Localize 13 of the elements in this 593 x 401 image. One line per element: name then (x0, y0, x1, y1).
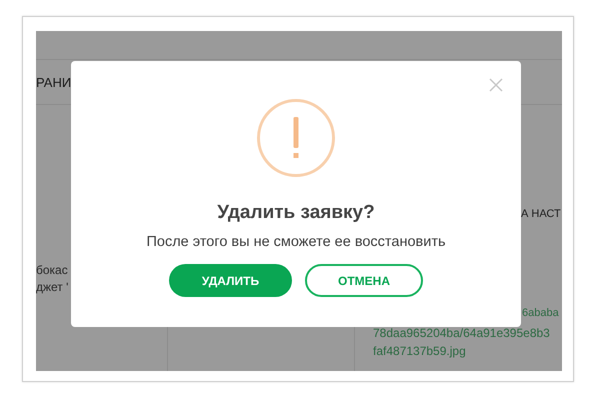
dialog-message: После этого вы не сможете ее восстановить (146, 234, 446, 250)
close-icon[interactable] (489, 78, 503, 92)
cell-text: бокас (36, 262, 69, 279)
cell-text: джет ' (36, 279, 70, 296)
cancel-button[interactable]: ОТМЕНА (305, 264, 423, 297)
column-header: РАНИ (36, 74, 72, 90)
file-link[interactable]: 78daa965204ba/64a91e395e8b3 (373, 324, 562, 342)
warning-icon (256, 98, 336, 178)
dialog-title: Удалить заявку? (217, 202, 375, 224)
file-link[interactable]: faf487137b59.jpg (373, 342, 562, 360)
cell-text: А НАСТ (521, 208, 562, 220)
delete-button[interactable]: УДАЛИТЬ (169, 264, 292, 297)
file-link[interactable]: 6ababa (522, 304, 562, 322)
